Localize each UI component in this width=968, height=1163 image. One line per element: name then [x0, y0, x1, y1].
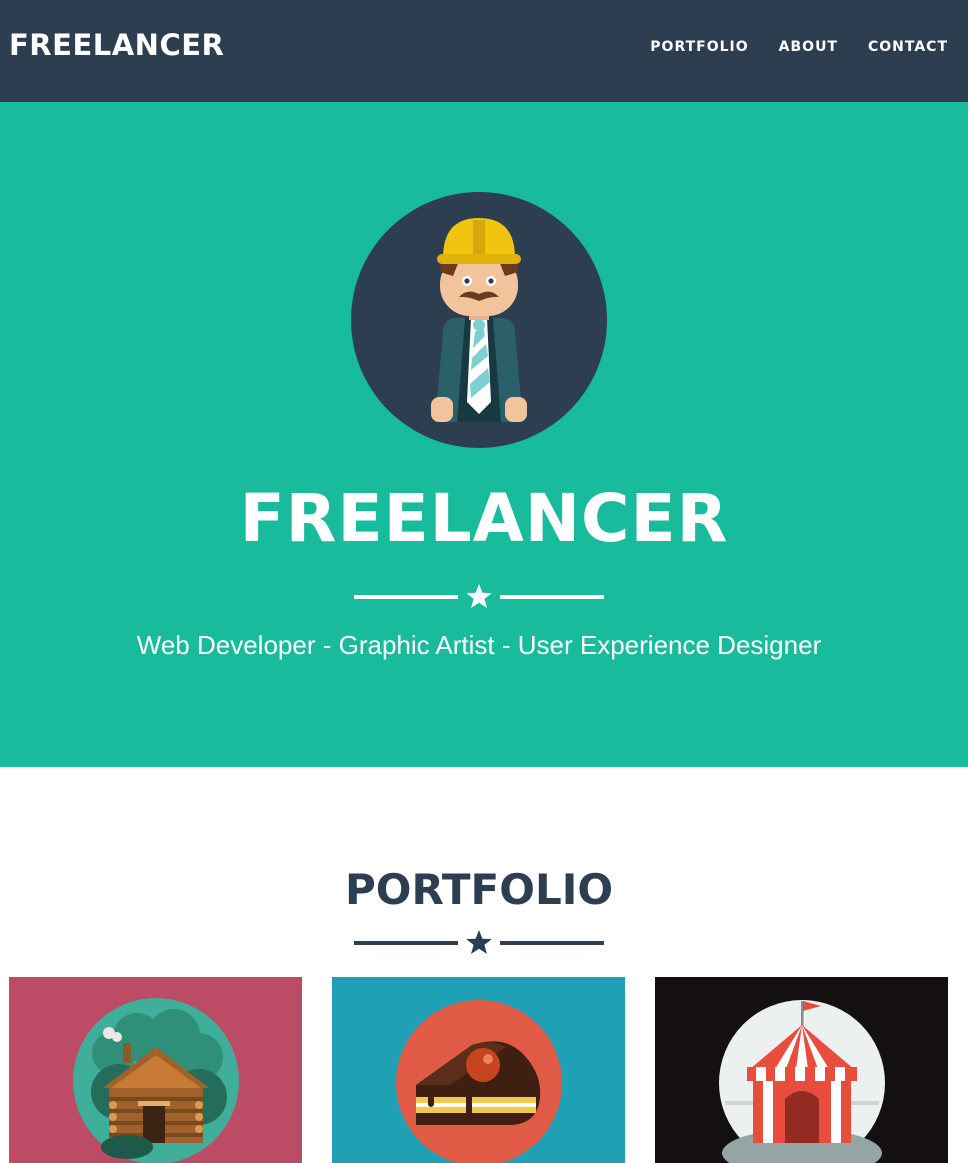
hero-star-divider [354, 584, 604, 608]
cake-icon [396, 1000, 562, 1163]
hero-subtitle: Web Developer - Graphic Artist - User Ex… [136, 630, 822, 660]
nav-link-about[interactable]: ABOUT [779, 39, 838, 55]
portfolio-section-title: PORTFOLIO [344, 865, 614, 914]
nav-link-portfolio[interactable]: PORTFOLIO [650, 39, 748, 55]
hero-title: FREELANCER [239, 480, 729, 557]
freelancer-avatar-icon [351, 192, 607, 448]
star-icon [466, 584, 492, 608]
cabin-icon [73, 998, 239, 1163]
portfolio-item-circus[interactable] [655, 977, 948, 1163]
navbar: FREELANCER PORTFOLIO ABOUT CONTACT [0, 0, 968, 102]
star-icon [466, 930, 492, 954]
nav-links: PORTFOLIO ABOUT CONTACT [650, 39, 948, 55]
brand-logo-link[interactable]: FREELANCER [9, 28, 224, 62]
hero-section: FREELANCER Web Developer - Graphic Artis… [0, 102, 968, 767]
nav-link-contact[interactable]: CONTACT [868, 39, 948, 55]
circus-tent-icon [719, 1000, 885, 1163]
portfolio-item-cake[interactable] [332, 977, 625, 1163]
portfolio-item-cabin[interactable] [9, 977, 302, 1163]
portfolio-star-divider [354, 930, 604, 954]
